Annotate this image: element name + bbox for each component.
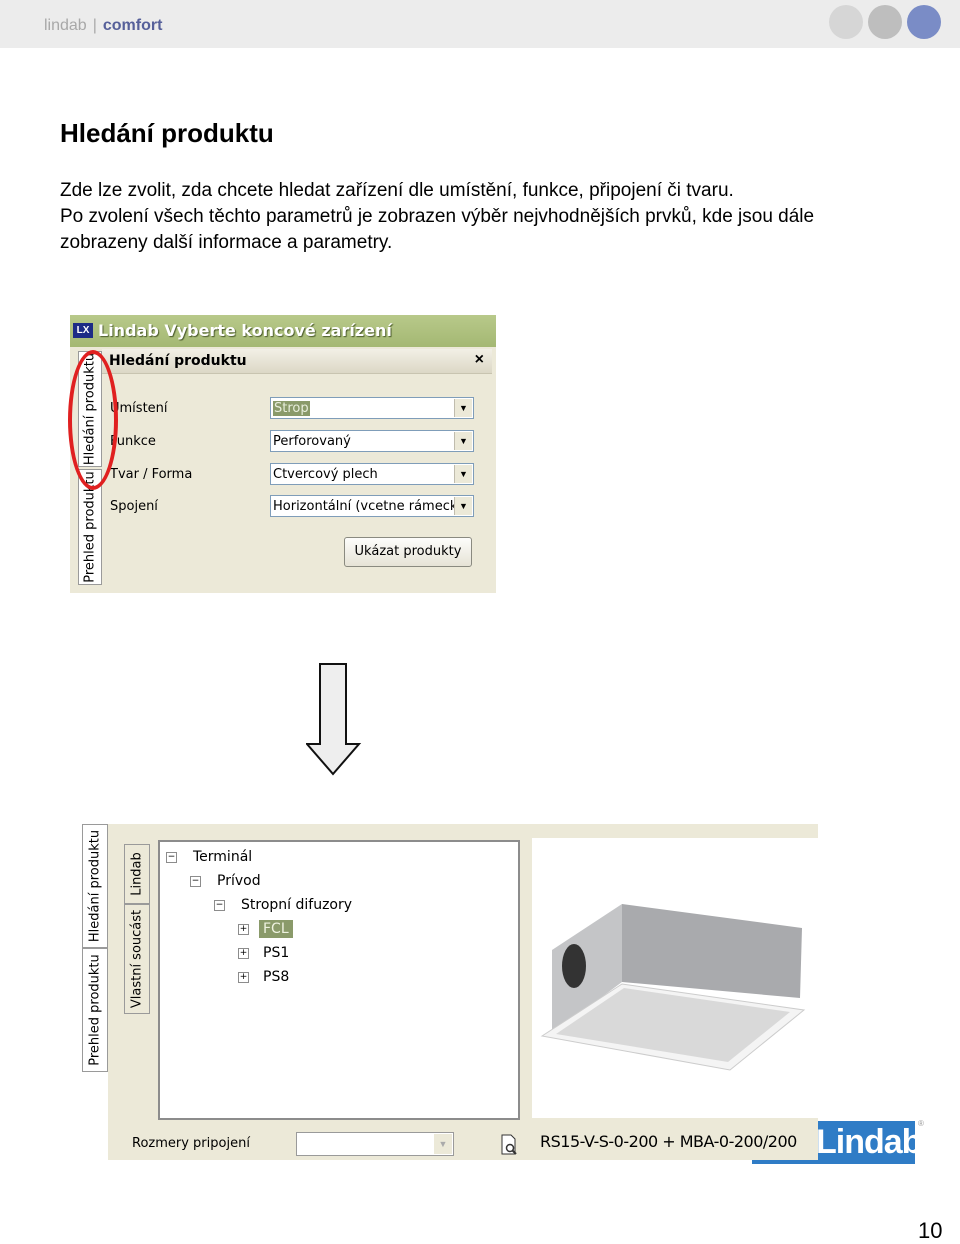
page-title: Hledání produktu [60,118,274,148]
panel-title: Hledání produktu [109,353,247,369]
tab-hledani-produktu[interactable]: Hledání produktu [82,824,108,948]
connection-size-label: Rozmery pripojení [132,1136,250,1151]
down-arrow-icon [306,663,362,776]
product-code: RS15-V-S-0-200 + MBA-0-200/200 [540,1132,797,1151]
tree-node-label: Stropní difuzory [241,897,353,913]
show-products-button[interactable]: Ukázat produkty [344,537,472,567]
expand-icon[interactable]: + [238,923,249,935]
search-dialog-screenshot: LX Lindab Vyberte koncové zarízení Hledá… [70,315,496,593]
product-image [532,838,818,1118]
brand-separator: | [92,17,97,34]
tree-node-label: FCL [259,920,293,938]
highlight-circle [68,350,118,490]
collapse-icon[interactable]: − [166,851,177,863]
field-tvar: Tvar / Forma Ctvercový plech ▼ [110,463,480,487]
tree-node[interactable]: − Stropní difuzory [214,897,352,913]
tab-lindab[interactable]: Lindab [124,844,150,904]
field-umisteni: Umístení Strop ▼ [110,397,480,421]
chevron-down-icon[interactable]: ▼ [454,465,472,483]
intro-paragraph-2: Po zvolení všech těchto parametrů je zob… [60,206,815,253]
window-titlebar: LX Lindab Vyberte koncové zarízení [70,315,496,347]
field-funkce: Funkce Perforovaný ▼ [110,430,480,454]
collapse-icon[interactable]: − [190,875,201,887]
decor-dot-icon [829,5,863,39]
select-value: Horizontální (vcetne rámecku) [273,499,471,514]
connection-size-select[interactable]: ▼ [296,1132,454,1156]
chevron-down-icon[interactable]: ▼ [454,497,472,515]
brand-lindab: lindab [44,17,87,34]
decor-dot-icon [868,5,902,39]
decor-dot-icon [907,5,941,39]
close-icon[interactable]: × [475,351,484,369]
funkce-select[interactable]: Perforovaný ▼ [270,430,474,452]
brand: lindab | comfort [44,17,162,35]
page-number: 10 [918,1218,943,1243]
tree-node[interactable]: − Terminál [166,849,252,865]
tree-node[interactable]: + PS8 [238,969,289,985]
tab-vlastni-soucast[interactable]: Vlastní soucást [124,904,150,1014]
tab-prehled-produktu[interactable]: Prehled produktu [82,948,108,1072]
umisteni-select[interactable]: Strop ▼ [270,397,474,419]
tree-node-label: Terminál [193,849,253,865]
diffuser-image-icon [540,904,806,1071]
tree-node-label: PS8 [263,969,290,985]
tree-node-label: PS1 [263,945,290,961]
results-panel: Lindab Vlastní soucást − Terminál − Prívod… [108,824,818,1160]
panel-header: Hledání produktu × [102,349,492,374]
preview-magnifier-icon[interactable] [500,1134,518,1156]
intro-paragraph-1: Zde lze zvolit, zda chcete hledat zaříze… [60,180,734,201]
expand-icon[interactable]: + [238,971,249,983]
search-panel: Hledání produktu × Umístení Strop ▼ Funkc… [102,347,496,593]
select-value: Perforovaný [273,434,351,449]
expand-icon[interactable]: + [238,947,249,959]
select-value: Strop [273,401,310,416]
field-label: Umístení [110,401,168,416]
registered-mark: ® [918,1119,924,1128]
tree-node[interactable]: − Prívod [190,873,261,889]
window-title: Lindab Vyberte koncové zarízení [98,321,392,340]
field-label: Spojení [110,499,158,514]
chevron-down-icon[interactable]: ▼ [434,1134,452,1154]
tree-node-label: Prívod [217,873,261,889]
tab-label: Hledání produktu [87,829,103,943]
tab-label: Lindab [129,852,145,896]
product-tree: − Terminál − Prívod − Stropní difuzory + FCL… [158,840,520,1120]
brand-comfort: comfort [102,17,163,34]
logo-text: Lindab [816,1123,922,1161]
tab-label: Prehled produktu [87,954,103,1066]
chevron-down-icon[interactable]: ▼ [454,399,472,417]
results-screenshot: Hledání produktu Prehled produktu Lindab… [82,824,818,1160]
field-label: Tvar / Forma [110,467,193,482]
tree-node-selected[interactable]: + FCL [238,920,293,938]
tree-node[interactable]: + PS1 [238,945,289,961]
field-spojeni: Spojení Horizontální (vcetne rámecku) ▼ [110,495,480,519]
app-icon: LX [73,323,93,338]
inner-tabs: Lindab Vlastní soucást [124,844,150,1014]
intro-text: Zde lze zvolit, zda chcete hledat zaříze… [60,178,820,256]
tab-label: Vlastní soucást [129,909,145,1009]
tvar-select[interactable]: Ctvercový plech ▼ [270,463,474,485]
select-value: Ctvercový plech [273,467,378,482]
spojeni-select[interactable]: Horizontální (vcetne rámecku) ▼ [270,495,474,517]
collapse-icon[interactable]: − [214,899,225,911]
chevron-down-icon[interactable]: ▼ [454,432,472,450]
side-tabs: Hledání produktu Prehled produktu [82,824,108,1074]
header-bar: lindab | comfort [0,0,960,48]
